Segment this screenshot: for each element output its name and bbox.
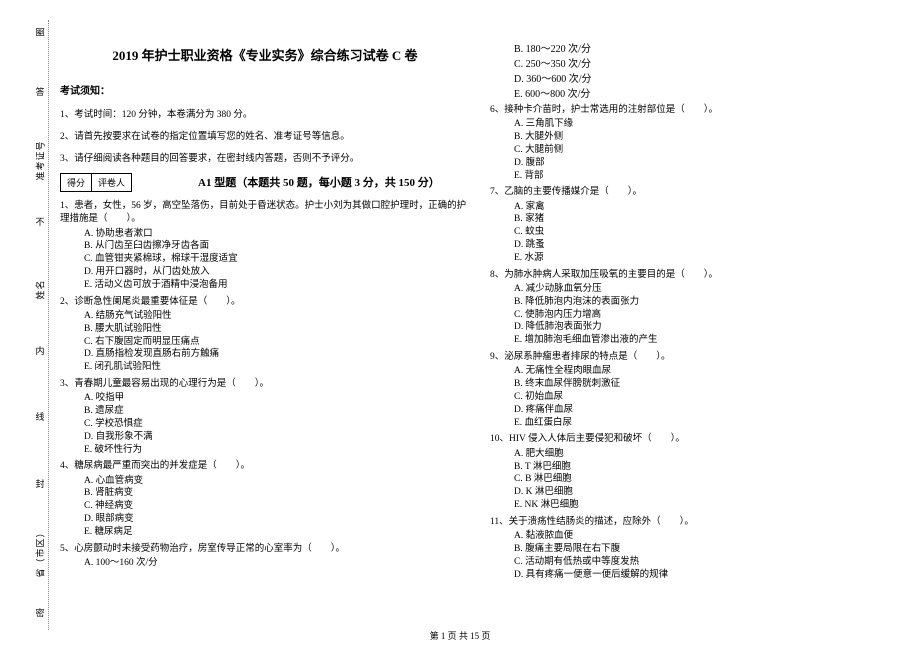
q10-opt-b: B. T 淋巴细胞 <box>514 461 900 474</box>
q3-stem: 3、青春期儿童最容易出现的心理行为是（ ）。 <box>60 378 470 391</box>
q5-stem: 5、心房颤动时未接受药物治疗，房室传导正常的心室率为（ ）。 <box>60 543 470 556</box>
q9-stem: 9、泌尿系肿瘤患者排尿的特点是（ ）。 <box>490 351 900 364</box>
q5-opt-d: D. 360～600 次/分 <box>514 70 900 85</box>
grader-label: 评卷人 <box>92 174 131 191</box>
page-footer: 第 1 页 共 15 页 <box>0 629 920 642</box>
q10-opt-a: A. 肥大细胞 <box>514 448 900 461</box>
name-field: 姓名 <box>33 280 46 300</box>
q8-opt-c: C. 使肺泡内压力增高 <box>514 309 900 322</box>
q9-opt-d: D. 疼痛伴血尿 <box>514 404 900 417</box>
q6-opt-d: D. 腹部 <box>514 157 900 170</box>
side-circle: 圈 <box>33 26 46 36</box>
q9-opt-e: E. 血红蛋白尿 <box>514 417 900 430</box>
q8-opt-e: E. 增加肺泡毛细血管渗出液的产生 <box>514 334 900 347</box>
q1-opt-a: A. 协助患者漱口 <box>84 228 470 241</box>
q11-opt-b: B. 腹痛主要局限在右下腹 <box>514 543 900 556</box>
q10-opt-c: C. B 淋巴细胞 <box>514 473 900 486</box>
q11-opt-a: A. 黏液脓血便 <box>514 530 900 543</box>
q5-opt-e: E. 600～800 次/分 <box>514 85 900 100</box>
side-mark-3: 线 <box>34 412 47 429</box>
notice-1: 1、考试时间：120 分钟，本卷满分为 380 分。 <box>60 106 470 120</box>
q8-opt-a: A. 减少动脉血氧分压 <box>514 283 900 296</box>
question-3: 3、青春期儿童最容易出现的心理行为是（ ）。 A. 咬指甲 B. 遗尿症 C. … <box>60 378 470 456</box>
q9-opt-a: A. 无痛性全程肉眼血尿 <box>514 365 900 378</box>
q11-stem: 11、关于溃疡性结肠炎的描述，应除外（ ）。 <box>490 516 900 529</box>
q9-opt-c: C. 初始血尿 <box>514 391 900 404</box>
question-2: 2、诊断急性阑尾炎最重要体征是（ ）。 A. 结肠充气试验阳性 B. 腰大肌试验… <box>60 296 470 374</box>
q5-opt-a: A. 100～160 次/分 <box>84 557 470 570</box>
q7-opt-b: B. 家猪 <box>514 213 900 226</box>
side-mark-2: 内 <box>34 346 47 363</box>
question-6: 6、接种卡介苗时，护士常选用的注射部位是（ ）。 A. 三角肌下缘 B. 大腿外… <box>490 104 900 182</box>
q11-opt-d: D. 具有疼痛一便意一便后缓解的规律 <box>514 569 900 582</box>
q10-opt-d: D. K 淋巴细胞 <box>514 486 900 499</box>
side-mark-6: 密 <box>34 608 47 625</box>
q6-opt-b: B. 大腿外侧 <box>514 131 900 144</box>
q1-opt-d: D. 用开口器时，从门齿处放入 <box>84 266 470 279</box>
q10-opt-e: E. NK 淋巴细胞 <box>514 499 900 512</box>
side-mark-5: 不 <box>34 217 47 234</box>
q8-opt-b: B. 降低肺泡内泡沫的表面张力 <box>514 296 900 309</box>
question-8: 8、为肺水肿病人采取加压吸氧的主要目的是（ ）。 A. 减少动脉血氧分压 B. … <box>490 269 900 347</box>
q4-opt-a: A. 心血管病变 <box>84 475 470 488</box>
q7-opt-e: E. 水源 <box>514 252 900 265</box>
q7-opt-c: C. 蚊虫 <box>514 226 900 239</box>
notice-3: 3、请仔细阅读各种题目的回答要求，在密封线内答题，否则不予评分。 <box>60 150 470 164</box>
q8-opt-d: D. 降低肺泡表面张力 <box>514 321 900 334</box>
q1-opt-b: B. 从门齿至臼齿擦净牙齿各面 <box>84 240 470 253</box>
q3-opt-c: C. 学校恐惧症 <box>84 418 470 431</box>
q6-opt-c: C. 大腿前侧 <box>514 144 900 157</box>
side-mark-4: 封 <box>34 479 47 496</box>
q3-opt-d: D. 自我形象不满 <box>84 431 470 444</box>
q2-opt-b: B. 腰大肌试验阳性 <box>84 323 470 336</box>
q11-opt-c: C. 活动期有低热或中等度发热 <box>514 556 900 569</box>
q2-opt-a: A. 结肠充气试验阳性 <box>84 310 470 323</box>
q2-stem: 2、诊断急性阑尾炎最重要体征是（ ）。 <box>60 296 470 309</box>
notice-2: 2、请首先按要求在试卷的指定位置填写您的姓名、准考证号等信息。 <box>60 128 470 142</box>
region-field: 省（市区） <box>34 527 47 577</box>
q2-opt-c: C. 右下腹固定而明显压痛点 <box>84 336 470 349</box>
question-11: 11、关于溃疡性结肠炎的描述，应除外（ ）。 A. 黏液脓血便 B. 腹痛主要局… <box>490 516 900 582</box>
q4-opt-b: B. 肾脏病变 <box>84 487 470 500</box>
q5-opt-b: B. 180～220 次/分 <box>514 40 900 55</box>
score-box: 得分 评卷人 <box>60 173 132 192</box>
q6-opt-e: E. 背部 <box>514 170 900 183</box>
q3-opt-b: B. 遗尿症 <box>84 405 470 418</box>
side-mark-1: 答 <box>34 87 47 104</box>
q2-opt-e: E. 闭孔肌试验阳性 <box>84 361 470 374</box>
q8-stem: 8、为肺水肿病人采取加压吸氧的主要目的是（ ）。 <box>490 269 900 282</box>
question-10: 10、HIV 侵入人体后主要侵犯和破坏（ ）。 A. 肥大细胞 B. T 淋巴细… <box>490 433 900 511</box>
q1-opt-c: C. 血管钳夹紧棉球，棉球干湿度适宜 <box>84 253 470 266</box>
q10-stem: 10、HIV 侵入人体后主要侵犯和破坏（ ）。 <box>490 433 900 446</box>
q5-opt-c: C. 250～350 次/分 <box>514 55 900 70</box>
question-9: 9、泌尿系肿瘤患者排尿的特点是（ ）。 A. 无痛性全程肉眼血尿 B. 终末血尿… <box>490 351 900 429</box>
q7-opt-a: A. 家禽 <box>514 201 900 214</box>
q7-opt-d: D. 跳蚤 <box>514 239 900 252</box>
q6-stem: 6、接种卡介苗时，护士常选用的注射部位是（ ）。 <box>490 104 900 117</box>
right-column: B. 180～220 次/分 C. 250～350 次/分 D. 360～600… <box>490 40 900 630</box>
q7-stem: 7、乙脑的主要传播媒介是（ ）。 <box>490 186 900 199</box>
exam-title: 2019 年护士职业资格《专业实务》综合练习试卷 C 卷 <box>60 45 470 64</box>
binding-margin: 圈 答 准考证号 不 姓名 内 线 封 省（市区） 密 <box>20 0 60 650</box>
q6-opt-a: A. 三角肌下缘 <box>514 118 900 131</box>
q3-opt-e: E. 破坏性行为 <box>84 444 470 457</box>
q4-stem: 4、糖尿病最严重而突出的并发症是（ ）。 <box>60 460 470 473</box>
q9-opt-b: B. 终末血尿伴膀胱刺激征 <box>514 378 900 391</box>
part-a-title: A1 型题（本题共 50 题，每小题 3 分，共 150 分） <box>198 174 440 190</box>
q1-opt-e: E. 活动义齿可放于酒精中浸泡备用 <box>84 279 470 292</box>
question-4: 4、糖尿病最严重而突出的并发症是（ ）。 A. 心血管病变 B. 肾脏病变 C.… <box>60 460 470 538</box>
exam-no-field: 准考证号 <box>34 140 47 180</box>
notice-head: 考试须知： <box>60 82 470 97</box>
question-1: 1、患者，女性，56 岁，高空坠落伤，目前处于昏迷状态。护士小刘为其做口腔护理时… <box>60 200 470 292</box>
q1-stem: 1、患者，女性，56 岁，高空坠落伤，目前处于昏迷状态。护士小刘为其做口腔护理时… <box>60 200 470 227</box>
score-label: 得分 <box>61 174 92 191</box>
question-7: 7、乙脑的主要传播媒介是（ ）。 A. 家禽 B. 家猪 C. 蚊虫 D. 跳蚤… <box>490 186 900 264</box>
q4-opt-c: C. 神经病变 <box>84 500 470 513</box>
question-5: 5、心房颤动时未接受药物治疗，房室传导正常的心室率为（ ）。 A. 100～16… <box>60 543 470 570</box>
q4-opt-d: D. 眼部病变 <box>84 513 470 526</box>
q4-opt-e: E. 糖尿病足 <box>84 526 470 539</box>
q2-opt-d: D. 直肠指检发现直肠右前方触痛 <box>84 348 470 361</box>
q3-opt-a: A. 咬指甲 <box>84 392 470 405</box>
left-column: 2019 年护士职业资格《专业实务》综合练习试卷 C 卷 考试须知： 1、考试时… <box>60 40 470 630</box>
